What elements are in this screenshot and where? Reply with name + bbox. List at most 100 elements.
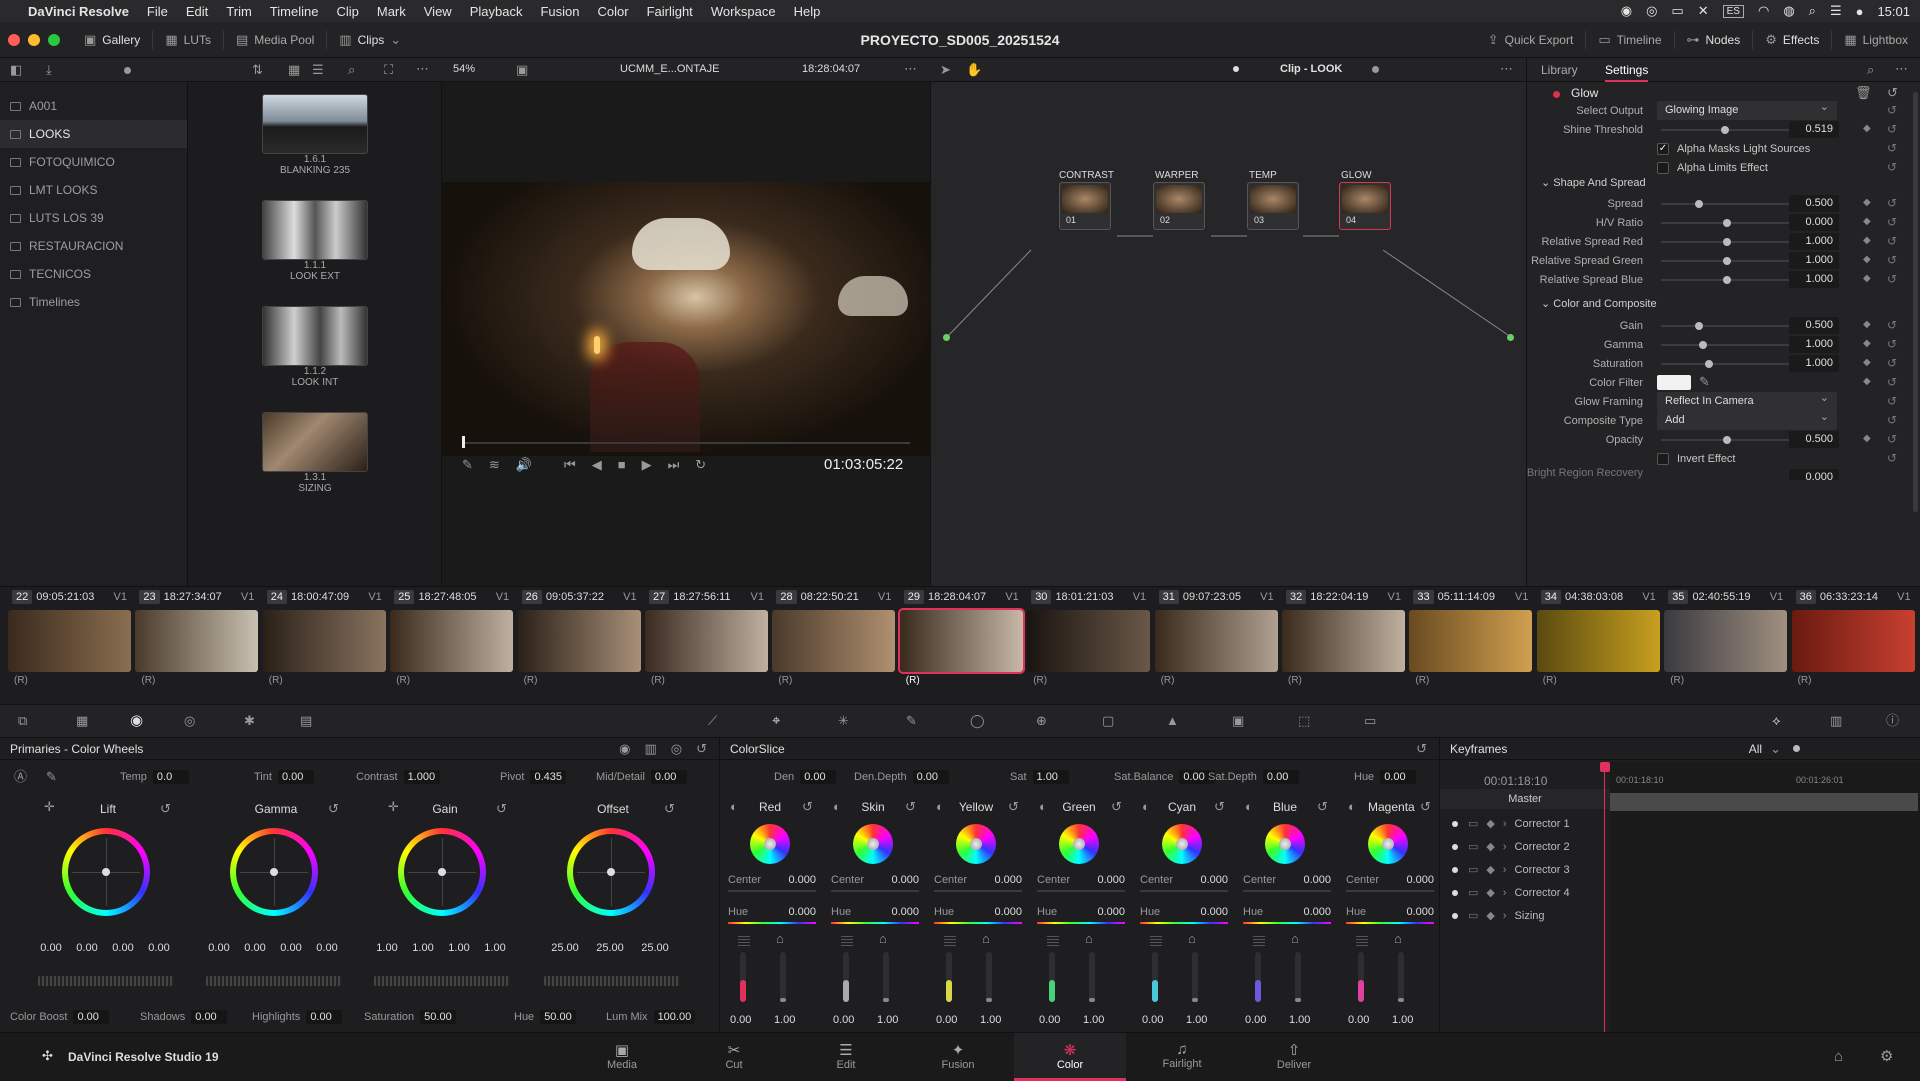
settings-tab[interactable]: Settings [1605, 63, 1649, 82]
slice-density-bar[interactable] [843, 952, 849, 1002]
slice-density-bar[interactable] [1255, 952, 1261, 1002]
shine-threshold-slider[interactable] [1661, 126, 1793, 134]
slice-density-value[interactable]: 0.00 [1039, 1014, 1060, 1026]
skip-end-icon[interactable]: ⏭ [668, 458, 680, 471]
app-menu[interactable]: DaVinci Resolve [28, 4, 129, 19]
gain-b[interactable]: 1.00 [479, 942, 511, 954]
timeline-clip-34[interactable]: 34 04:38:03:08 V1 (R) [1535, 587, 1662, 699]
reset-icon[interactable]: ↺ [696, 742, 707, 755]
page-cut[interactable]: ✂ Cut [678, 1033, 790, 1081]
slice-grip-icon[interactable] [1150, 934, 1162, 946]
sidebar-toggle-icon[interactable]: ◧ [10, 63, 22, 76]
slice-density-value[interactable]: 0.00 [1348, 1014, 1369, 1026]
clip-name[interactable]: UCMM_E...ONTAJE [620, 63, 719, 75]
menu-mark[interactable]: Mark [377, 4, 406, 19]
timeline-clip-27[interactable]: 27 18:27:56:11 V1 (R) [643, 587, 770, 699]
lock-icon[interactable]: ▭ [1468, 840, 1478, 853]
slice-density-value[interactable]: 0.00 [730, 1014, 751, 1026]
effect-enable-dot[interactable] [1553, 91, 1560, 98]
album-tecnicos[interactable]: TECNICOS [0, 260, 187, 288]
lift-b[interactable]: 0.00 [143, 942, 175, 954]
reset-icon[interactable]: ↺ [496, 802, 507, 815]
reset-icon[interactable]: ↺ [1887, 215, 1897, 229]
layers-icon[interactable]: ≋ [489, 458, 500, 471]
slice-swatch[interactable] [956, 824, 996, 864]
slice-swatch[interactable] [1059, 824, 1099, 864]
more-options-icon[interactable]: ⋯ [1500, 62, 1513, 75]
slice-grip-icon[interactable] [1253, 934, 1265, 946]
keyframe-icon[interactable]: ◆ [1863, 338, 1871, 349]
color-boost-field[interactable]: Color Boost 0.00 [10, 1010, 110, 1024]
slice-lock-icon[interactable]: ⌂ [879, 932, 887, 945]
keyframe-row[interactable]: ▭ ◆ › Corrector 2 [1440, 835, 1610, 858]
slice-center-value[interactable]: 0.000 [1188, 874, 1228, 886]
album-luts-los-39[interactable]: LUTS LOS 39 [0, 204, 187, 232]
slice-swatch[interactable] [1162, 824, 1202, 864]
reset-icon[interactable]: ↺ [1214, 800, 1225, 813]
highlights-field[interactable]: Highlights 0.00 [252, 1010, 343, 1024]
slice-swatch[interactable] [1368, 824, 1408, 864]
slice-sat-value[interactable]: 1.00 [1186, 1014, 1207, 1026]
reset-icon[interactable]: ↺ [1887, 318, 1897, 332]
gain-y[interactable]: 1.00 [371, 942, 403, 954]
pivot-field[interactable]: Pivot 0.435 [500, 770, 567, 784]
chevron-right-icon[interactable]: › [1503, 910, 1507, 922]
reset-icon[interactable]: ↺ [1420, 800, 1431, 813]
chevron-right-icon[interactable]: › [1503, 887, 1507, 899]
offset-b[interactable]: 25.00 [637, 942, 673, 954]
lock-icon[interactable]: ▭ [1468, 909, 1478, 922]
keyframe-zoom-handle[interactable] [1793, 745, 1800, 752]
reset-icon[interactable]: ↺ [1887, 160, 1897, 174]
scopes-icon[interactable]: ▥ [1830, 714, 1842, 727]
sort-icon[interactable]: ⇅ [252, 63, 263, 76]
slice-grip-icon[interactable] [738, 934, 750, 946]
keyframe-icon[interactable]: ◆ [1863, 273, 1871, 284]
keyframe-icon[interactable]: ◆ [1863, 357, 1871, 368]
contrast-field[interactable]: Contrast 1.000 [356, 770, 440, 784]
reset-icon[interactable]: ↺ [1887, 103, 1897, 117]
album-fotoquimico[interactable]: FOTOQUIMICO [0, 148, 187, 176]
lum-mix-field[interactable]: Lum Mix 100.00 [606, 1010, 696, 1024]
menu-playback[interactable]: Playback [470, 4, 523, 19]
slice-toggle-icon[interactable]: ◐ [833, 800, 841, 813]
keyframe-icon[interactable]: ◆ [1863, 376, 1871, 387]
album-lmt-looks[interactable]: LMT LOOKS [0, 176, 187, 204]
3d-icon[interactable]: ▭ [1364, 714, 1376, 727]
scrubber-playhead[interactable] [462, 436, 465, 448]
rel-spread-blue-slider[interactable] [1661, 276, 1793, 284]
node-graph-dot[interactable] [1233, 66, 1239, 72]
reset-icon[interactable]: ↺ [328, 802, 339, 815]
menu-trim[interactable]: Trim [226, 4, 252, 19]
slice-density-bar[interactable] [1358, 952, 1364, 1002]
reset-icon[interactable]: ↺ [160, 802, 171, 815]
color-filter-swatch[interactable] [1657, 375, 1691, 390]
slice-grip-icon[interactable] [944, 934, 956, 946]
clips-tab[interactable]: ▥ Clips ⌄ [327, 22, 413, 58]
node-contrast[interactable]: 01 [1059, 182, 1111, 230]
keyframe-row[interactable]: ▭ ◆ › Corrector 4 [1440, 881, 1610, 904]
keyframe-diamond-icon[interactable]: ◆ [1486, 863, 1494, 876]
page-fairlight[interactable]: ♫ Fairlight [1126, 1033, 1238, 1081]
playhead-timecode[interactable]: 01:03:05:22 [824, 456, 903, 473]
auto-balance-icon[interactable]: Ⓐ [14, 770, 27, 783]
list-view-icon[interactable]: ☰ [312, 63, 324, 76]
more-options-icon[interactable]: ⋯ [416, 62, 429, 75]
nodes-tab[interactable]: ⊶ Nodes [1675, 22, 1753, 58]
gamma-r[interactable]: 0.00 [239, 942, 271, 954]
slice-toggle-icon[interactable]: ◐ [1348, 800, 1356, 813]
offset-master-dial[interactable] [544, 976, 680, 986]
node-graph-title[interactable]: Clip - LOOK [1280, 63, 1342, 75]
reset-icon[interactable]: ↺ [1887, 337, 1897, 351]
source-timecode[interactable]: 18:28:04:07 [802, 63, 860, 75]
keyframe-icon[interactable]: ◆ [1863, 235, 1871, 246]
node-output[interactable] [1507, 334, 1514, 341]
slice-density-bar[interactable] [946, 952, 952, 1002]
reset-icon[interactable]: ↺ [1887, 272, 1897, 286]
slice-lock-icon[interactable]: ⌂ [1188, 932, 1196, 945]
slice-density-value[interactable]: 0.00 [1245, 1014, 1266, 1026]
color-composite-section[interactable]: ⌄ Color and Composite [1541, 297, 1657, 310]
lightbox-tab[interactable]: ▦ Lightbox [1832, 22, 1920, 58]
keyframe-dot[interactable] [1452, 843, 1458, 850]
gamma-wheel[interactable] [230, 828, 318, 916]
tracker-icon[interactable]: ⊕ [1036, 714, 1047, 727]
